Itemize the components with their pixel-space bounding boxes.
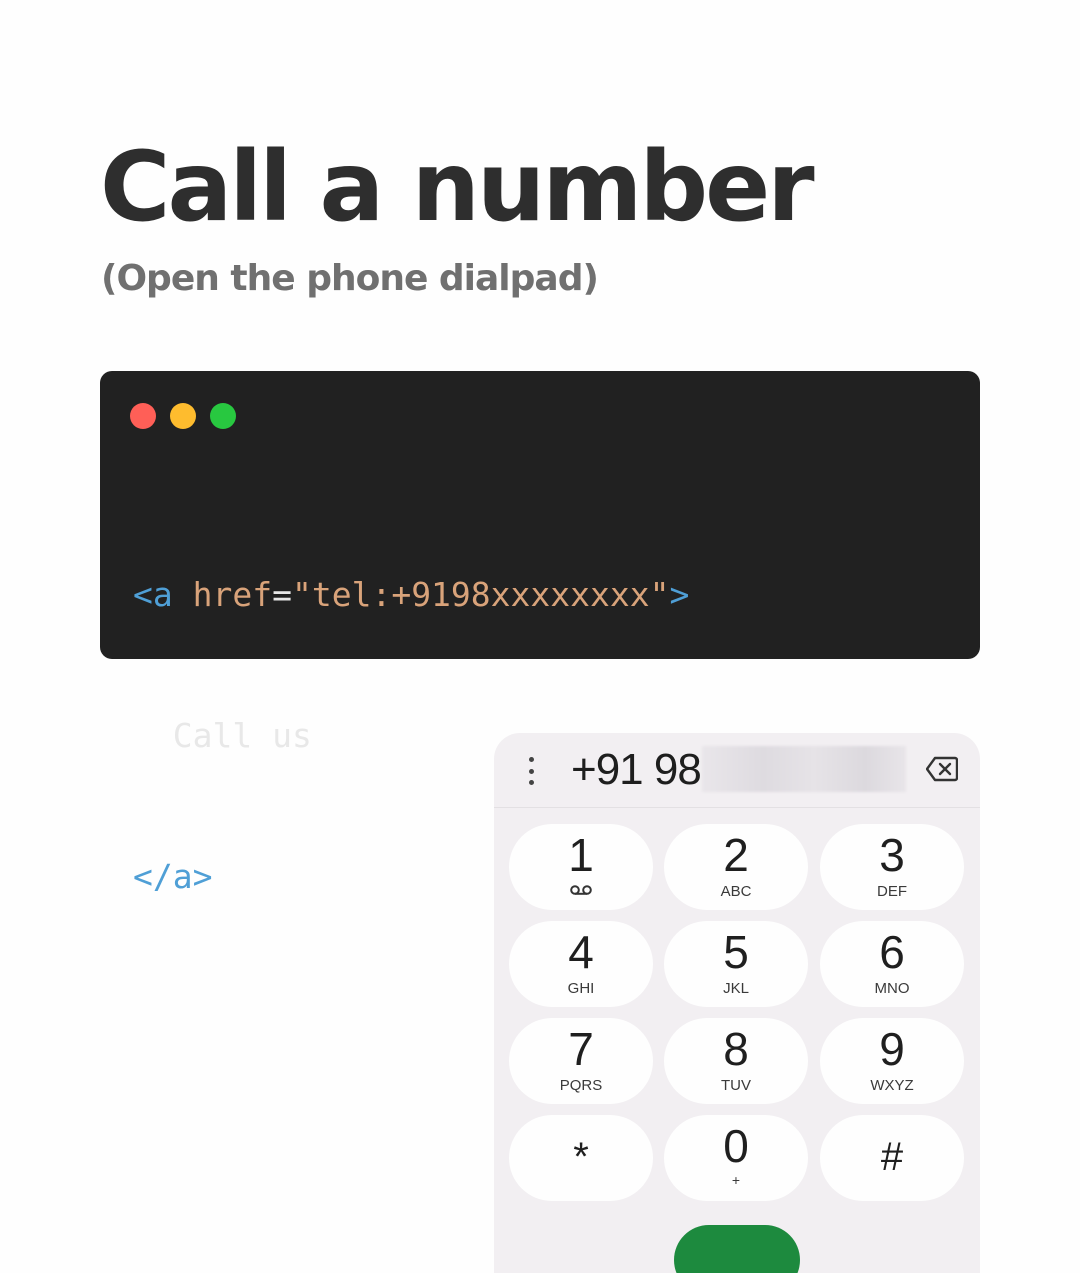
key-2[interactable]: 2 ABC <box>664 824 808 910</box>
key-7[interactable]: 7 PQRS <box>509 1018 653 1104</box>
more-vert-icon[interactable] <box>524 757 538 785</box>
key-letters: WXYZ <box>870 1077 914 1094</box>
key-digit: 2 <box>723 829 749 881</box>
key-star[interactable]: * <box>509 1115 653 1201</box>
maximize-dot-icon[interactable] <box>210 403 236 429</box>
key-digit: 5 <box>723 926 749 978</box>
key-letters: + <box>731 1172 741 1188</box>
key-digit: 0 <box>723 1120 749 1172</box>
code-attr-name: href <box>192 575 273 614</box>
close-dot-icon[interactable] <box>130 403 156 429</box>
dialed-number[interactable]: +91 98 <box>571 745 702 795</box>
code-line-1: <a href="tel:+9198xxxxxxxx"> <box>133 571 689 618</box>
key-letters: PQRS <box>559 1077 603 1094</box>
key-digit: 7 <box>568 1023 594 1075</box>
key-digit: 8 <box>723 1023 749 1075</box>
key-letters: JKL <box>723 980 749 997</box>
key-3[interactable]: 3 DEF <box>820 824 964 910</box>
key-letters: TUV <box>721 1077 751 1094</box>
key-1[interactable]: 1 <box>509 824 653 910</box>
voicemail-icon <box>570 885 592 895</box>
minimize-dot-icon[interactable] <box>170 403 196 429</box>
key-digit: # <box>880 1135 904 1179</box>
phone-dialer: +91 98 1 2 ABC 3 DEF 4 GHI 5 JKL 6 MNO 7… <box>494 733 980 1273</box>
page-title: Call a number <box>100 131 815 243</box>
code-open-tag: <a <box>133 575 173 614</box>
key-6[interactable]: 6 MNO <box>820 921 964 1007</box>
key-digit: 9 <box>879 1023 905 1075</box>
key-letters: MNO <box>874 980 910 997</box>
call-button[interactable] <box>674 1225 800 1273</box>
code-equals: = <box>272 575 292 614</box>
key-letters: GHI <box>567 980 595 997</box>
key-9[interactable]: 9 WXYZ <box>820 1018 964 1104</box>
key-0[interactable]: 0 + <box>664 1115 808 1201</box>
dialed-number-bar: +91 98 <box>494 733 980 808</box>
code-attr-value: "tel:+9198xxxxxxxx" <box>291 575 670 614</box>
redacted-digits <box>702 746 906 792</box>
key-8[interactable]: 8 TUV <box>664 1018 808 1104</box>
key-letters: ABC <box>720 883 752 900</box>
key-digit: 1 <box>568 829 594 881</box>
key-digit: * <box>573 1135 589 1179</box>
key-5[interactable]: 5 JKL <box>664 921 808 1007</box>
window-controls <box>130 403 236 429</box>
key-digit: 3 <box>879 829 905 881</box>
backspace-icon[interactable] <box>926 756 958 782</box>
key-digit: 4 <box>568 926 594 978</box>
code-window: <a href="tel:+9198xxxxxxxx"> Call us </a… <box>100 371 980 896</box>
key-digit: 6 <box>879 926 905 978</box>
code-close-tag: </a> <box>133 857 213 896</box>
code-link-text: Call us <box>172 716 312 755</box>
key-hash[interactable]: # <box>820 1115 964 1201</box>
key-letters: DEF <box>877 883 907 900</box>
page-subtitle: (Open the phone dialpad) <box>101 258 599 299</box>
key-4[interactable]: 4 GHI <box>509 921 653 1007</box>
code-tag-close: > <box>669 575 690 614</box>
